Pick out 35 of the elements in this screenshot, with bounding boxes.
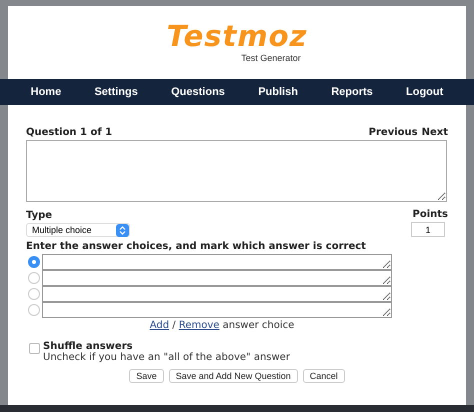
form-button[interactable]: Save and Add New Question (168, 369, 298, 383)
form-button[interactable]: Save (129, 369, 164, 383)
remove-link[interactable]: Remove (178, 320, 220, 331)
answers-label: Enter the answer choices, and mark which answer is correct (26, 241, 367, 252)
checkbox[interactable] (29, 343, 40, 354)
nav-link[interactable]: Publish (258, 86, 298, 98)
radio-button[interactable] (28, 256, 40, 268)
question-heading: Question 1 of 1 (26, 127, 112, 138)
add-link[interactable]: Add (150, 320, 170, 331)
nav-link[interactable]: Reports (331, 86, 373, 98)
question-field[interactable] (26, 140, 447, 202)
nav-link[interactable]: Questions (171, 86, 225, 98)
radio-button[interactable] (28, 288, 40, 300)
points-label: Points (412, 209, 448, 220)
nav-link[interactable]: Logout (406, 86, 444, 98)
previous-link[interactable]: Previous (368, 127, 418, 138)
radio-button[interactable] (28, 272, 40, 284)
answer-field[interactable] (42, 286, 392, 302)
nav-link[interactable]: Settings (94, 86, 138, 98)
radio-button[interactable] (28, 304, 40, 316)
nav-link[interactable]: Home (30, 86, 62, 98)
shuffle-hint: Uncheck if you have an "all of the above" answer (43, 352, 290, 363)
next-link[interactable]: Next (422, 127, 448, 138)
answer-field[interactable] (42, 270, 392, 286)
chevron-icon (116, 224, 129, 236)
shuffle-label: Shuffle answers (43, 341, 134, 352)
points-field[interactable]: 1 (411, 222, 445, 237)
tagline: Test Generator (241, 53, 301, 64)
answer-field[interactable] (42, 254, 392, 270)
type-dropdown[interactable]: Multiple choice (26, 223, 130, 237)
type-label: Type (26, 210, 54, 221)
add-remove-text: Add / Remove answer choice (148, 320, 296, 331)
form-button[interactable]: Cancel (302, 369, 345, 383)
logo: Testmoz (166, 19, 308, 53)
answer-field[interactable] (42, 302, 392, 318)
